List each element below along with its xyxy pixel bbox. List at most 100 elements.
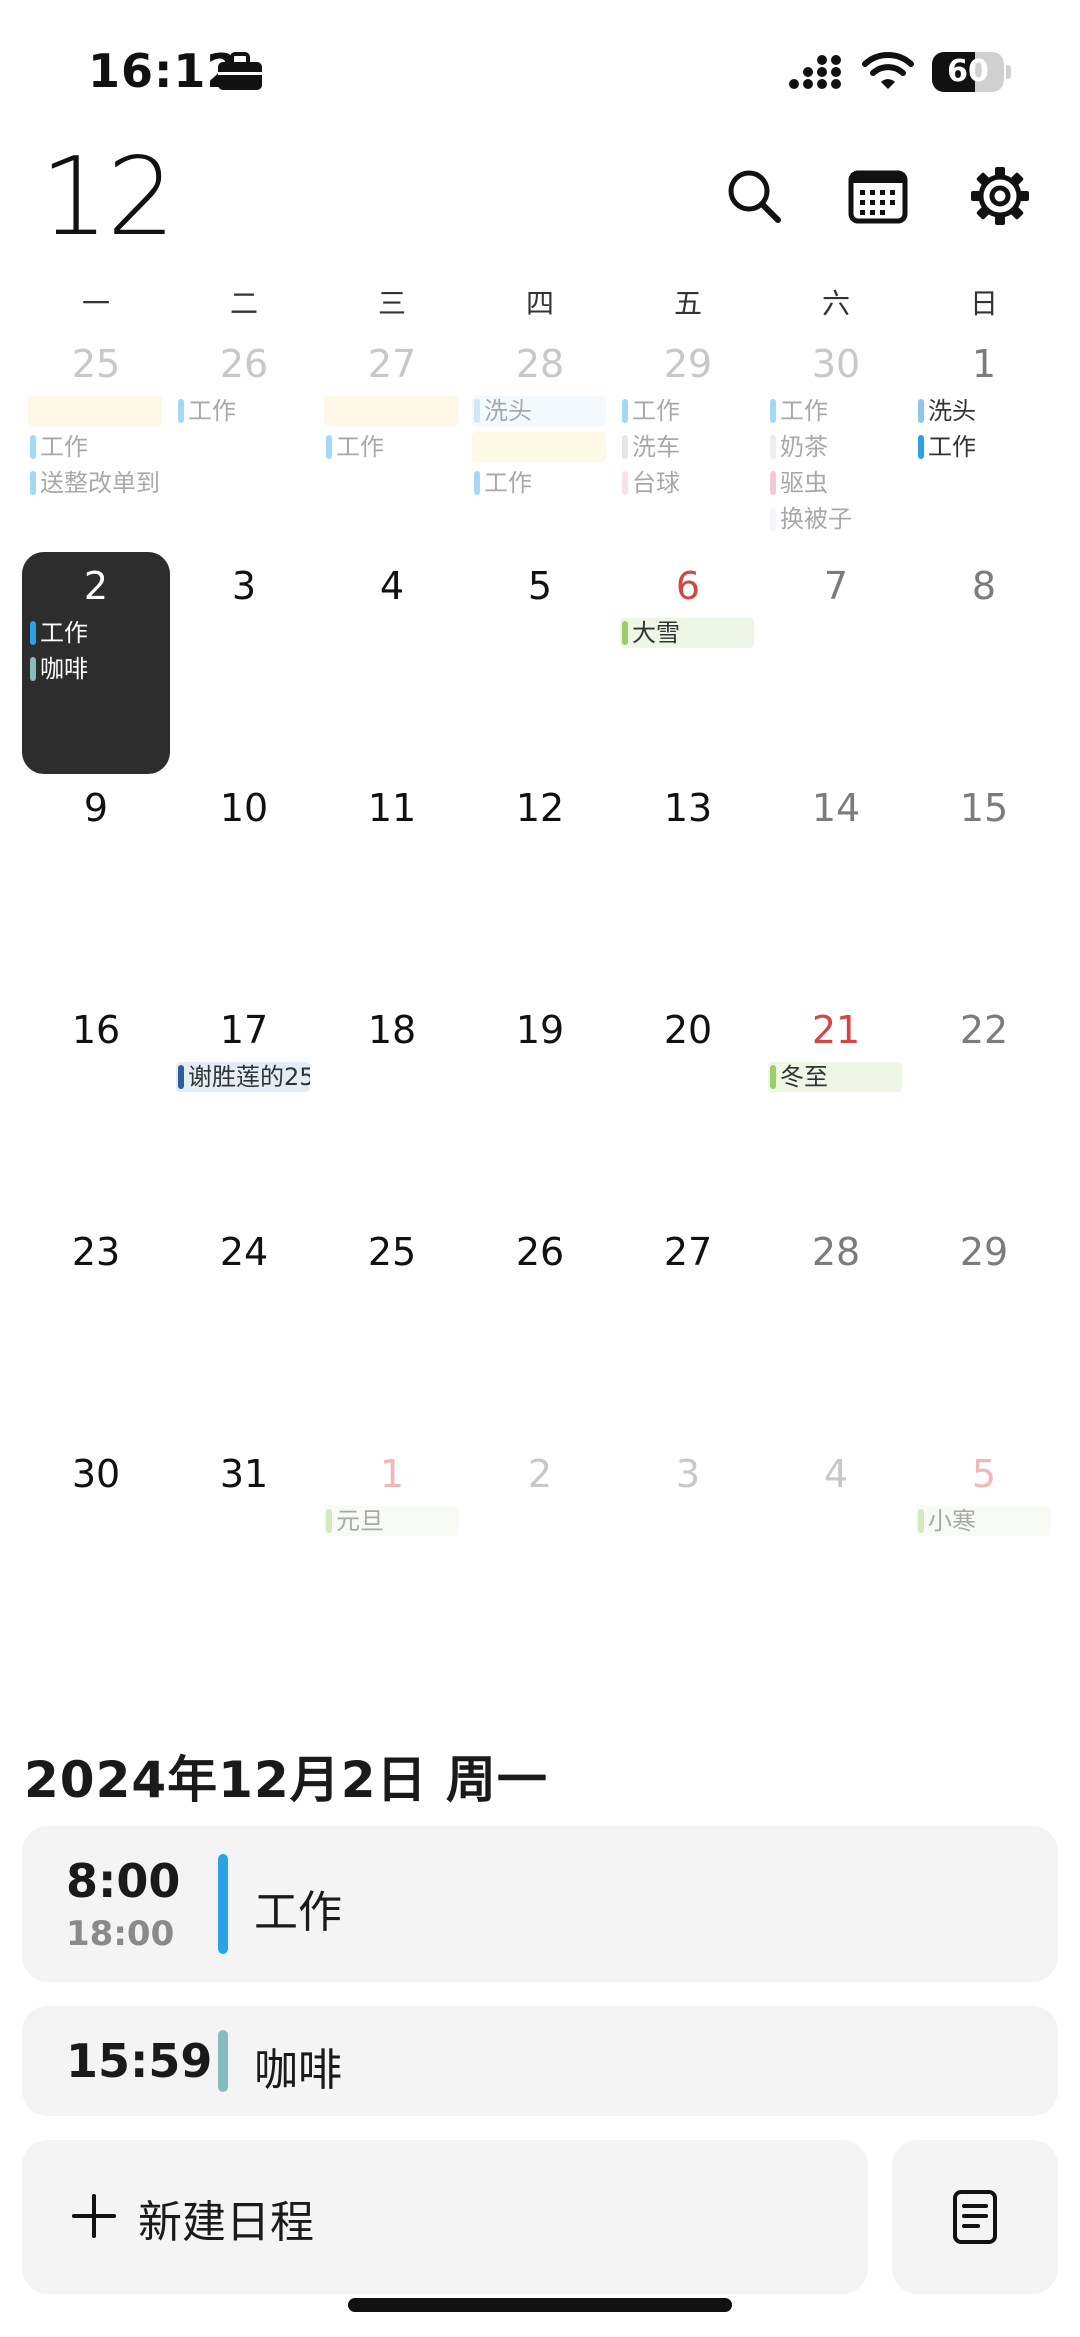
day-number: 28 (811, 1230, 861, 1274)
day-cell[interactable]: 4 (318, 552, 466, 774)
search-button[interactable] (718, 160, 790, 232)
calendar-event-chip: 冬至 (768, 1062, 902, 1092)
day-cell[interactable]: 8 (910, 552, 1058, 774)
day-number: 16 (71, 1008, 121, 1052)
new-event-button[interactable]: 新建日程 (22, 2140, 868, 2294)
day-cell[interactable]: 29 (910, 1218, 1058, 1440)
calendar-event-chip (28, 396, 162, 426)
settings-button[interactable] (964, 160, 1036, 232)
weekday-label: 一 (81, 287, 110, 320)
day-number: 27 (663, 1230, 713, 1274)
calendar-event-chip: 洗头 (916, 396, 976, 426)
day-cell[interactable]: 11 (318, 774, 466, 996)
notes-icon (953, 2190, 997, 2244)
day-number: 25 (71, 342, 121, 386)
event-color-bar (218, 1854, 228, 1954)
event-title: 咖啡 (254, 2045, 342, 2096)
day-number: 30 (811, 342, 861, 386)
status-bar: 16:12 60 (0, 0, 1080, 140)
battery-body: 60 (932, 52, 1004, 92)
battery-level-text: 60 (947, 54, 989, 89)
day-cell[interactable]: 21 冬至 (762, 996, 910, 1218)
calendar-event-chip: 工作 (28, 618, 88, 648)
event-card-coffee[interactable]: 15:59 咖啡 (22, 2006, 1058, 2116)
new-event-label: 新建日程 (138, 2197, 314, 2248)
day-cell[interactable]: 25 工作 送整改单到 (22, 330, 170, 552)
day-number: 28 (515, 342, 565, 386)
calendar-event-chip: 洗头 (472, 396, 606, 426)
day-cell[interactable]: 2 (466, 1440, 614, 1662)
day-cell-selected[interactable]: 2 工作 咖啡 (22, 552, 170, 774)
day-cell[interactable]: 31 (170, 1440, 318, 1662)
day-cell[interactable]: 20 (614, 996, 762, 1218)
wifi-icon (862, 52, 914, 89)
calendar-event-chip: 谢胜莲的25 (176, 1062, 310, 1092)
day-number: 26 (515, 1230, 565, 1274)
day-cell[interactable]: 3 (170, 552, 318, 774)
day-number: 5 (971, 1452, 997, 1496)
day-number: 26 (219, 342, 269, 386)
day-cell[interactable]: 9 (22, 774, 170, 996)
day-cell[interactable]: 13 (614, 774, 762, 996)
calendar-event-chip: 洗车 (620, 432, 680, 462)
plus-icon (72, 2194, 116, 2238)
day-cell[interactable]: 12 (466, 774, 614, 996)
day-number: 21 (811, 1008, 861, 1052)
day-cell[interactable]: 30 工作 奶茶 驱虫 换被子 (762, 330, 910, 552)
day-cell[interactable]: 7 (762, 552, 910, 774)
day-cell[interactable]: 29 工作 洗车 台球 (614, 330, 762, 552)
day-cell[interactable]: 25 (318, 1218, 466, 1440)
weekday-header-row: 一二三四五六日 (0, 282, 1080, 326)
calendar-event-chip: 工作 (620, 396, 680, 426)
day-cell[interactable]: 28 洗头工作 (466, 330, 614, 552)
day-cell[interactable]: 23 (22, 1218, 170, 1440)
day-number: 1 (971, 342, 997, 386)
signal-icon (789, 55, 841, 89)
day-cell[interactable]: 22 (910, 996, 1058, 1218)
calendar-event-chip: 驱虫 (768, 468, 828, 498)
day-number: 23 (71, 1230, 121, 1274)
day-number: 11 (367, 786, 417, 830)
home-indicator (348, 2298, 732, 2312)
day-cell[interactable]: 19 (466, 996, 614, 1218)
event-start-time: 15:59 (66, 2034, 213, 2088)
day-cell[interactable]: 30 (22, 1440, 170, 1662)
calendar-event-chip: 工作 (28, 432, 88, 462)
calendar-event-chip: 工作 (324, 432, 384, 462)
day-number: 19 (515, 1008, 565, 1052)
event-start-time: 8:00 (66, 1854, 181, 1908)
event-card-work[interactable]: 8:00 18:00 工作 (22, 1826, 1058, 1982)
day-cell[interactable]: 5 (466, 552, 614, 774)
day-cell[interactable]: 3 (614, 1440, 762, 1662)
day-cell[interactable]: 24 (170, 1218, 318, 1440)
day-cell[interactable]: 10 (170, 774, 318, 996)
day-cell[interactable]: 17 谢胜莲的25 (170, 996, 318, 1218)
day-cell[interactable]: 26 工作 (170, 330, 318, 552)
day-cell[interactable]: 1 元旦 (318, 1440, 466, 1662)
day-cell[interactable]: 14 (762, 774, 910, 996)
gear-icon (971, 167, 1029, 225)
day-number: 4 (823, 1452, 849, 1496)
month-title[interactable]: 12 (40, 138, 175, 258)
day-number: 2 (83, 564, 109, 608)
calendar-event-chip (472, 432, 606, 462)
day-cell[interactable]: 26 (466, 1218, 614, 1440)
day-cell[interactable]: 5 小寒 (910, 1440, 1058, 1662)
day-cell[interactable]: 6 大雪 (614, 552, 762, 774)
day-cell[interactable]: 16 (22, 996, 170, 1218)
day-cell[interactable]: 27 (614, 1218, 762, 1440)
day-cell[interactable]: 4 (762, 1440, 910, 1662)
day-cell[interactable]: 18 (318, 996, 466, 1218)
calendar-event-chip: 工作 (472, 468, 532, 498)
day-cell[interactable]: 1 洗头 工作 (910, 330, 1058, 552)
day-cell[interactable]: 28 (762, 1218, 910, 1440)
calendar-event-chip (324, 396, 458, 426)
day-cell[interactable]: 27 工作 (318, 330, 466, 552)
weekday-label: 三 (377, 287, 406, 320)
weekday-label: 日 (969, 287, 998, 320)
notes-button[interactable] (892, 2140, 1058, 2294)
day-number: 12 (515, 786, 565, 830)
day-cell[interactable]: 15 (910, 774, 1058, 996)
day-number: 20 (663, 1008, 713, 1052)
calendar-view-button[interactable] (842, 160, 914, 232)
